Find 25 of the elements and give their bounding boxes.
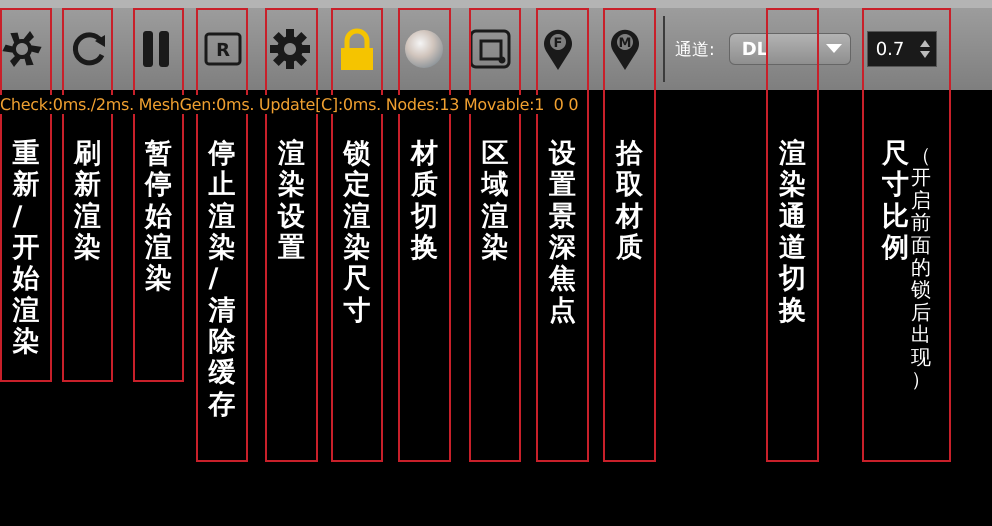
toolbar-button[interactable]: F bbox=[530, 21, 586, 77]
annotation-label: 重新/开始渲染 bbox=[12, 138, 40, 359]
scale-spinner[interactable]: 0.7 bbox=[866, 31, 937, 67]
annotation-label: 渲染通道切换 bbox=[779, 138, 806, 328]
toolbar-button[interactable]: R bbox=[195, 21, 251, 77]
toolbar-button[interactable]: M bbox=[597, 21, 653, 77]
annotation-label: 设置景深焦点 bbox=[549, 138, 576, 328]
annotation-label: 锁定渲染尺寸 bbox=[344, 138, 370, 328]
annotation-label: 停止渲染/清除缓存 bbox=[208, 138, 236, 422]
spinner-arrows-icon bbox=[920, 40, 930, 58]
annotation-label: 拾取材质 bbox=[616, 138, 643, 265]
region-icon bbox=[469, 27, 513, 71]
annotation-label: 渲染设置 bbox=[278, 138, 305, 265]
annotation-label: 尺寸比例 bbox=[882, 138, 909, 265]
annotation-label: 材质切换 bbox=[411, 138, 438, 265]
caret-icon bbox=[826, 44, 842, 54]
settings-icon bbox=[268, 27, 312, 71]
sphere-icon bbox=[402, 27, 446, 71]
channel-label: 通道: bbox=[675, 38, 715, 60]
annotation-label: 暂停始渲染 bbox=[145, 138, 172, 296]
status-text: Check:0ms./2ms. MeshGen:0ms. Update[C]:0ms. Nodes:13 Movable:1 0 0 bbox=[0, 94, 578, 114]
channel-dropdown[interactable]: DL bbox=[728, 33, 851, 65]
annotation-label: 区域渲染 bbox=[482, 138, 508, 265]
annotation-note: （开启前面的锁后出现） bbox=[911, 144, 931, 393]
annotation-label: 刷新渲染 bbox=[74, 138, 101, 265]
